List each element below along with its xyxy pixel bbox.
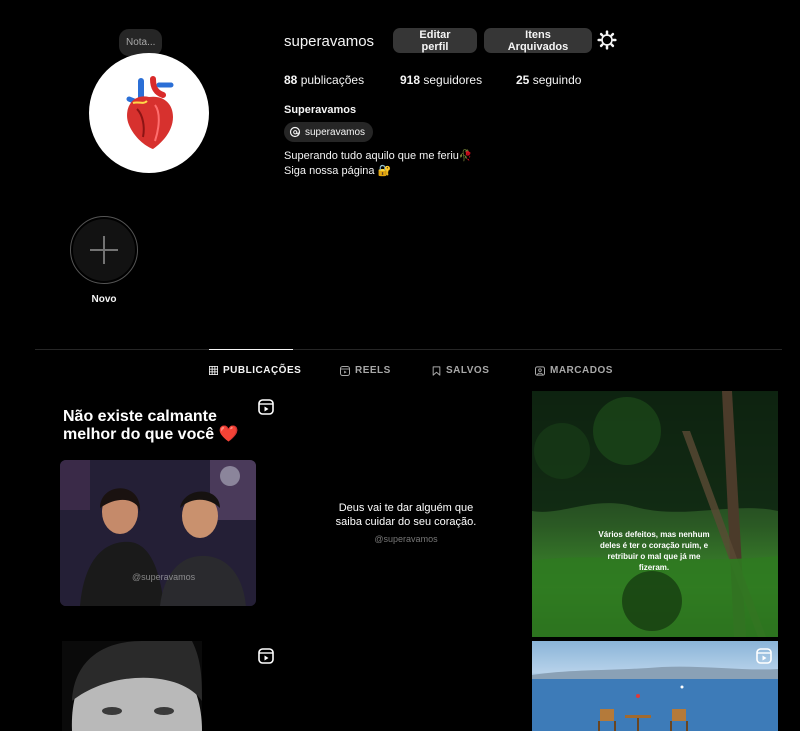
grid-icon — [209, 366, 218, 375]
tab-tagged[interactable]: MARCADOS — [535, 365, 613, 376]
threads-link[interactable]: superavamos — [284, 122, 374, 142]
tab-label: PUBLICAÇÕES — [223, 365, 302, 376]
active-tab-indicator — [209, 349, 293, 350]
post-thumbnail[interactable]: Não existe calmante melhor do que você ❤… — [52, 391, 280, 637]
post-caption: Não existe calmante melhor do que você ❤… — [63, 408, 239, 444]
bio-line: Siga nossa página 🔐 — [284, 165, 392, 177]
post-photo: @superavamos — [60, 460, 256, 606]
post-caption-line: melhor do que você ❤️ — [63, 426, 239, 443]
tab-reels[interactable]: REELS — [340, 365, 391, 376]
tab-label: MARCADOS — [550, 365, 613, 376]
bookmark-icon — [432, 365, 441, 376]
following-count: 25 — [516, 73, 530, 87]
lake-chairs-photo — [532, 666, 778, 731]
tabs-divider — [35, 349, 782, 350]
reel-indicator-icon — [258, 648, 274, 664]
man-portrait-photo — [52, 641, 280, 731]
profile-bio: Superando tudo aquilo que me feriu🥀 Siga… — [284, 149, 473, 179]
reels-icon — [340, 365, 350, 376]
forest-lake-photo — [532, 391, 778, 637]
plus-icon — [90, 236, 118, 264]
highlight-label: Novo — [91, 294, 117, 305]
followers-label: seguidores — [423, 73, 483, 87]
post-handle: @superavamos — [374, 534, 438, 544]
reel-indicator-icon — [756, 648, 772, 664]
archived-items-button[interactable]: Itens Arquivados — [484, 28, 592, 53]
post-thumbnail[interactable] — [52, 641, 280, 731]
tab-saved[interactable]: SALVOS — [432, 365, 489, 376]
posts-count: 88 — [284, 73, 298, 87]
post-quote-line: saiba cuidar do seu coração. — [335, 516, 477, 528]
following-label: seguindo — [532, 73, 582, 87]
new-highlight-button[interactable] — [70, 216, 138, 284]
tab-label: SALVOS — [446, 365, 490, 376]
post-thumbnail[interactable] — [532, 641, 778, 731]
tab-posts[interactable]: PUBLICAÇÕES — [209, 365, 301, 376]
stat-followers[interactable]: 918 seguidores — [400, 73, 482, 87]
anatomical-heart-icon — [126, 76, 174, 149]
post-quote: Vários defeitos, mas nenhum deles é ter … — [598, 530, 710, 572]
stat-posts: 88 publicações — [284, 73, 364, 87]
profile-avatar[interactable] — [89, 53, 209, 173]
post-caption-line: Não existe calmante — [63, 408, 217, 425]
threads-icon — [289, 126, 301, 138]
post-thumbnail[interactable]: Vários defeitos, mas nenhum deles é ter … — [532, 391, 778, 637]
post-quote: Deus vai te dar alguém que saiba cuidar … — [281, 501, 531, 529]
note-bubble[interactable]: Nota... — [119, 29, 163, 68]
bio-line: Superando tudo aquilo que me feriu🥀 — [284, 150, 473, 162]
reel-indicator-icon — [258, 399, 274, 415]
stat-following[interactable]: 25 seguindo — [516, 73, 581, 87]
edit-profile-button[interactable]: Editar perfil — [393, 28, 477, 53]
profile-full-name: Superavamos — [284, 104, 357, 116]
tag-icon — [535, 365, 545, 376]
profile-username: superavamos — [284, 33, 375, 50]
tab-label: REELS — [355, 365, 391, 376]
post-thumbnail[interactable]: Deus vai te dar alguém que saiba cuidar … — [281, 391, 531, 637]
post-quote-line: Deus vai te dar alguém que — [338, 502, 474, 514]
post-watermark: @superavamos — [132, 572, 196, 582]
settings-gear-icon[interactable] — [597, 30, 617, 50]
followers-count: 918 — [400, 73, 421, 87]
threads-handle: superavamos — [305, 126, 366, 138]
posts-label: publicações — [300, 73, 365, 87]
couple-photo — [60, 460, 256, 606]
